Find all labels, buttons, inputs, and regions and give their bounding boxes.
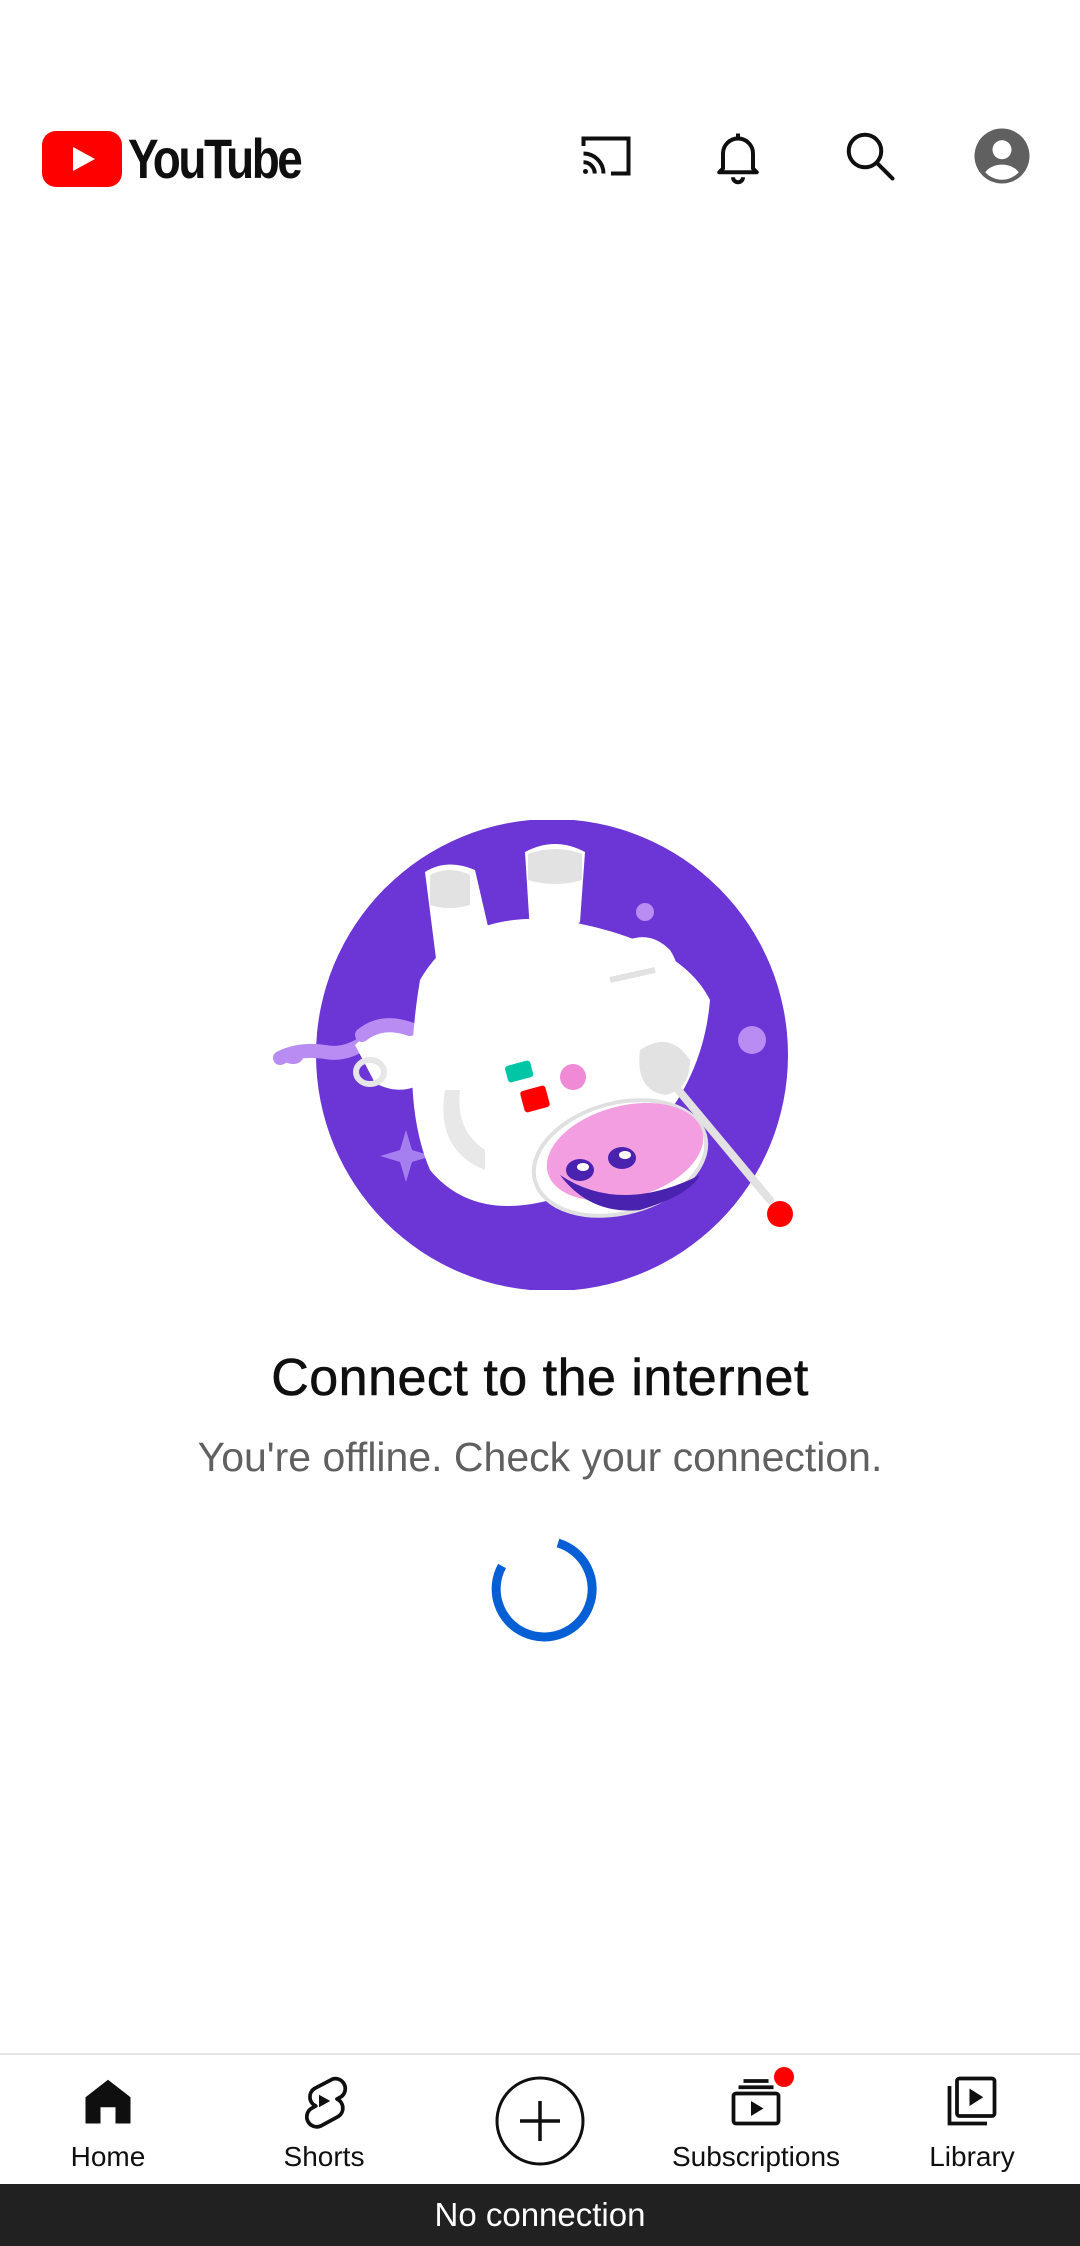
logo-wordmark: YouTube: [128, 127, 303, 190]
search-button[interactable]: [838, 124, 902, 188]
nav-shorts-label: Shorts: [283, 2141, 365, 2172]
status-bar: [0, 0, 1080, 90]
account-button[interactable]: [970, 124, 1034, 188]
notification-dot: [774, 2067, 794, 2087]
loading-spinner: [491, 1538, 597, 1642]
nav-subscriptions[interactable]: Subscriptions: [648, 2055, 864, 2186]
nav-subscriptions-label: Subscriptions: [671, 2141, 841, 2172]
library-icon: [947, 2076, 997, 2126]
bottom-navigation: Home Shorts Subscriptions Library: [0, 2053, 1080, 2186]
nav-library-label: Library: [929, 2141, 1015, 2172]
cast-button[interactable]: [574, 124, 638, 188]
notifications-icon: [717, 133, 759, 185]
offline-title: Connect to the internet: [271, 1349, 809, 1408]
nav-library[interactable]: Library: [864, 2055, 1080, 2186]
search-icon: [846, 132, 895, 181]
nav-home-label: Home: [70, 2141, 146, 2172]
home-icon: [85, 2079, 131, 2124]
nav-shorts[interactable]: Shorts: [216, 2055, 432, 2186]
notifications-button[interactable]: [706, 124, 770, 188]
offline-message: You're offline. Check your connection.: [197, 1434, 883, 1480]
offline-illustration: [273, 820, 793, 1290]
youtube-logo[interactable]: YouTube: [42, 126, 338, 191]
nav-home[interactable]: Home: [0, 2055, 216, 2186]
top-app-bar: YouTube: [0, 90, 1080, 220]
cast-icon: [581, 136, 631, 176]
account-icon: [974, 128, 1030, 184]
no-connection-banner: No connection: [0, 2184, 1080, 2246]
shorts-icon: [304, 2076, 348, 2129]
youtube-play-icon: [42, 130, 122, 187]
create-icon[interactable]: [494, 2075, 586, 2167]
